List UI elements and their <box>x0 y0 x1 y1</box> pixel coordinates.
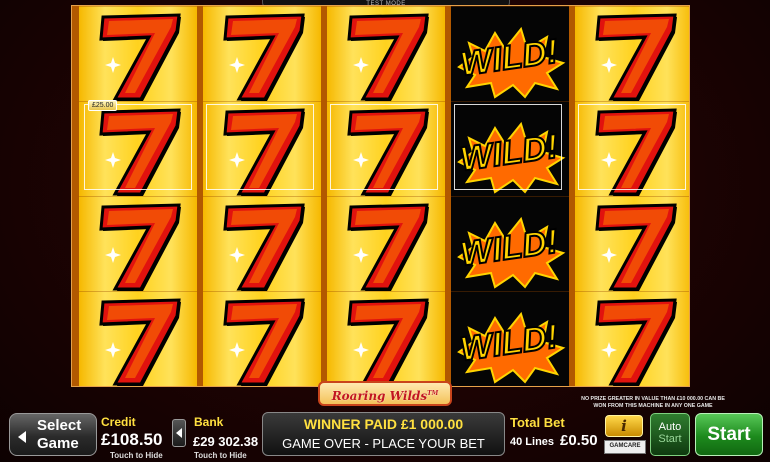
seven-icon <box>99 13 181 101</box>
payline-box <box>206 104 314 190</box>
message-panel: WINNER PAID £1 000.00 GAME OVER - PLACE … <box>262 412 505 456</box>
credit-value[interactable]: £108.50 <box>101 430 162 450</box>
logo-trademark: TM <box>427 390 439 397</box>
select-game-line2: Game <box>37 435 79 452</box>
reel-area: WILD! WILD! WILD! WILD! <box>71 5 690 387</box>
bank-transfer-arrow[interactable] <box>172 419 186 447</box>
seven-icon <box>347 203 429 291</box>
reel-symbol <box>79 291 197 386</box>
lines-label[interactable]: 40 Lines <box>510 436 554 448</box>
credit-hint[interactable]: Touch to Hide <box>110 451 163 460</box>
seven-icon <box>347 298 429 386</box>
reel-symbol <box>203 6 321 102</box>
seven-icon <box>595 203 677 291</box>
select-game-button[interactable]: Select Game <box>9 413 97 456</box>
reel-symbol <box>575 291 689 386</box>
reel-2 <box>203 6 321 386</box>
info-button[interactable]: i <box>605 415 643 437</box>
seven-icon <box>595 13 677 101</box>
winner-paid-message: WINNER PAID £1 000.00 <box>303 416 464 432</box>
logo-text: Roaring Wilds <box>331 389 428 403</box>
auto-start-line1: Auto <box>658 421 682 433</box>
gamcare-badge[interactable]: GAMCARE <box>604 440 646 454</box>
game-logo: Roaring WildsTM <box>318 381 452 406</box>
reel-symbol: WILD! <box>451 291 569 386</box>
reel-5 <box>575 6 689 386</box>
reel-symbol <box>327 291 445 386</box>
reel-symbol <box>575 196 689 292</box>
seven-icon <box>99 298 181 386</box>
seven-icon <box>99 203 181 291</box>
reel-4: WILD! WILD! WILD! WILD! <box>451 6 569 386</box>
payline-box <box>578 104 686 190</box>
wild-icon: WILD! <box>457 216 566 289</box>
seven-icon <box>223 298 305 386</box>
bet-value[interactable]: £0.50 <box>560 432 598 449</box>
bank-value[interactable]: £29 302.38 <box>193 434 258 449</box>
wild-icon: WILD! <box>457 311 566 384</box>
auto-start-button[interactable]: Auto Start <box>650 413 690 456</box>
reel-1 <box>79 6 197 386</box>
seven-icon <box>347 13 429 101</box>
total-bet-label: Total Bet <box>510 415 565 430</box>
credit-label: Credit <box>101 415 136 429</box>
payline-box <box>84 104 192 190</box>
seven-icon <box>223 203 305 291</box>
game-status-message: GAME OVER - PLACE YOUR BET <box>282 436 485 451</box>
win-amount-tag: £25.00 <box>88 100 118 111</box>
reel-symbol: WILD! <box>451 6 569 102</box>
auto-start-line2: Start <box>658 433 682 445</box>
back-arrow-icon <box>18 431 26 443</box>
bank-label: Bank <box>194 415 224 429</box>
seven-icon <box>595 298 677 386</box>
reel-symbol: WILD! <box>451 196 569 292</box>
seven-icon <box>223 13 305 101</box>
reel-symbol <box>575 6 689 102</box>
payline-box <box>454 104 562 190</box>
bank-hint[interactable]: Touch to Hide <box>194 451 247 460</box>
reel-symbol <box>327 196 445 292</box>
reel-3 <box>327 6 445 386</box>
reel-symbol <box>203 291 321 386</box>
reel-symbol <box>203 196 321 292</box>
max-prize-notice: NO PRIZE GREATER IN VALUE THAN £10 000.0… <box>581 396 725 409</box>
reel-symbol <box>79 196 197 292</box>
select-game-line1: Select <box>37 417 82 434</box>
payline-box <box>330 104 438 190</box>
reel-symbol <box>327 6 445 102</box>
start-button[interactable]: Start <box>695 413 763 456</box>
wild-icon: WILD! <box>457 26 566 99</box>
reel-symbol <box>79 6 197 102</box>
